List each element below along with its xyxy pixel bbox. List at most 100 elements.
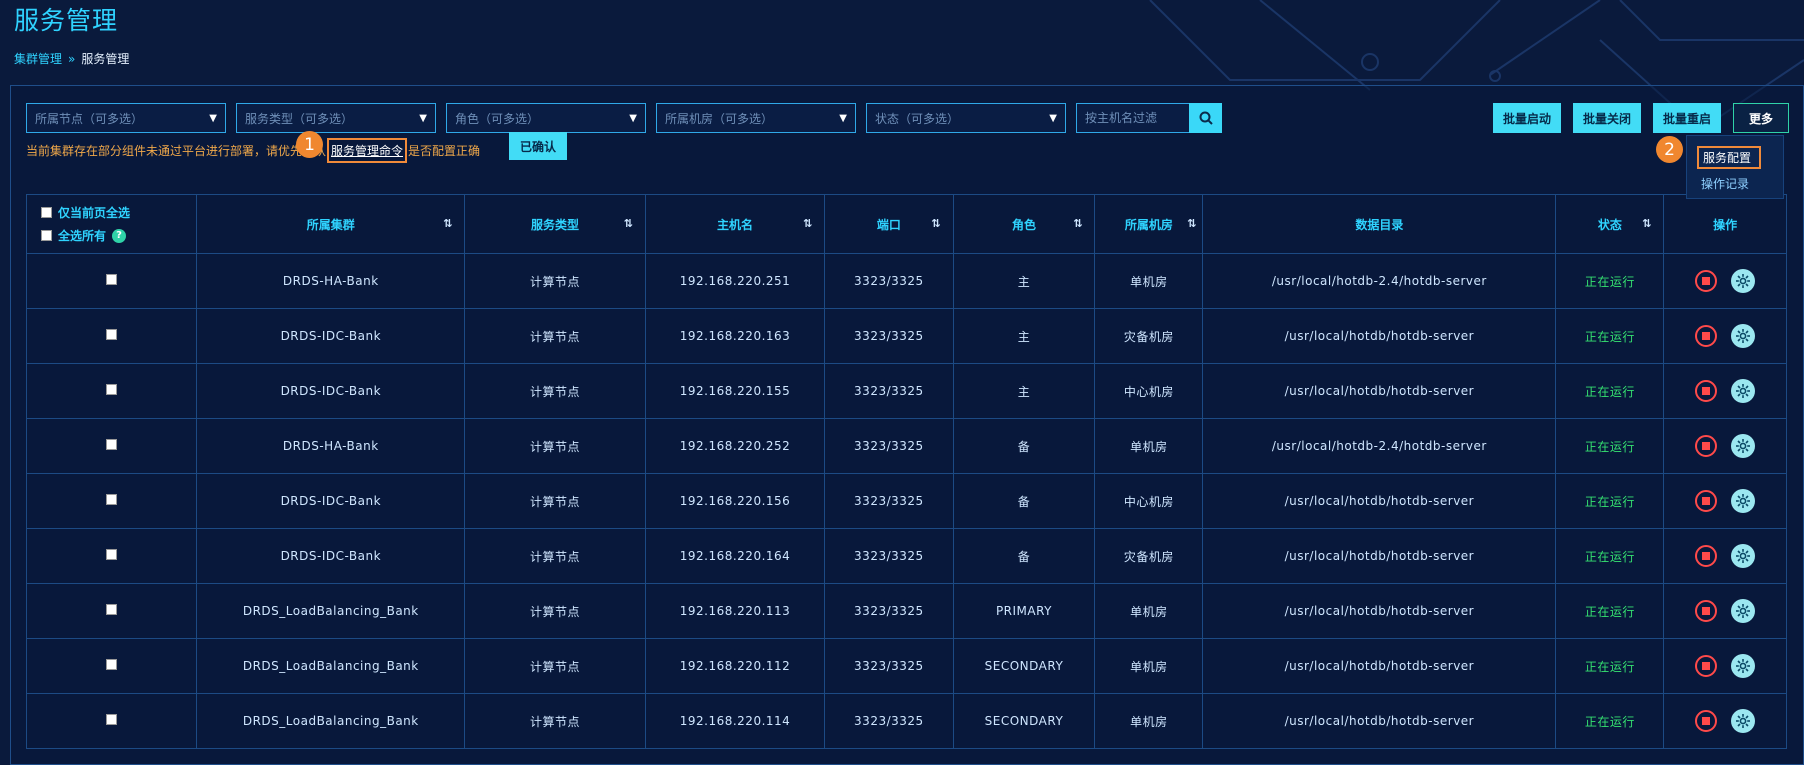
cell-hostname: 192.168.220.251 [644,253,826,309]
stop-icon[interactable] [1695,545,1718,567]
stop-icon[interactable] [1695,655,1718,677]
sort-icon[interactable]: ⇅ [1187,217,1196,230]
cell-data-dir: /usr/local/hotdb-2.4/hotdb-server [1202,418,1557,474]
gear-icon[interactable] [1731,709,1756,733]
gear-icon[interactable] [1731,324,1756,348]
row-operations [1664,379,1786,403]
cell-hostname: 192.168.220.113 [644,583,826,639]
table-row: DRDS_LoadBalancing_Bank 计算节点 192.168.220.1… [25,583,1787,639]
row-checkbox[interactable] [106,604,118,615]
gear-icon[interactable] [1731,269,1756,293]
gear-icon[interactable] [1731,379,1756,403]
cell-port: 3323/3325 [824,418,954,474]
service-command-link[interactable]: 服务管理命令 [327,138,408,163]
filter-status-select[interactable]: 状态（可多选） ▼ [866,103,1066,133]
cell-service-type: 计算节点 [464,693,646,749]
row-checkbox[interactable] [106,549,118,560]
gear-icon[interactable] [1731,544,1756,568]
batch-restart-button[interactable]: 批量重启 [1652,103,1721,133]
stop-icon[interactable] [1695,270,1718,292]
filter-service-type-placeholder: 服务类型（可多选） [245,111,354,126]
col-port[interactable]: 端口 ⇅ [824,194,954,254]
col-status[interactable]: 状态 ⇅ [1555,194,1665,254]
row-checkbox[interactable] [106,659,118,670]
cell-select [25,473,198,529]
sort-icon[interactable]: ⇅ [931,217,940,230]
stop-icon[interactable] [1695,380,1718,402]
cell-role: 备 [952,418,1096,474]
gear-glyph [1736,494,1751,508]
select-all-option[interactable]: 全选所有? [41,227,196,244]
breadcrumb-separator: » [68,51,76,66]
cell-role: SECONDARY [952,693,1096,749]
hostname-search-input[interactable] [1076,103,1189,133]
gear-icon[interactable] [1731,654,1756,678]
batch-start-button[interactable]: 批量启动 [1492,103,1561,133]
select-all-checkbox[interactable] [41,230,52,241]
filter-room-select[interactable]: 所属机房（可多选） ▼ [656,103,856,133]
col-room[interactable]: 所属机房 ⇅ [1094,194,1204,254]
sort-icon[interactable]: ⇅ [1642,217,1651,230]
cell-service-type: 计算节点 [464,253,646,309]
filter-node-select[interactable]: 所属节点（可多选） ▼ [26,103,226,133]
col-operations: 操作 [1663,194,1787,254]
deploy-notice: 当前集群存在部分组件未通过平台进行部署，请优先确认 服务管理命令 是否配置正确 [26,138,480,163]
col-data-dir-label: 数据目录 [1355,217,1404,232]
notice-prefix: 当前集群存在部分组件未通过平台进行部署，请优先确认 [26,144,327,158]
cell-cluster: DRDS-HA-Bank [196,418,466,474]
confirmed-button[interactable]: 已确认 [509,132,567,160]
sort-icon[interactable]: ⇅ [624,217,633,230]
cell-operations [1663,363,1787,419]
col-room-label: 所属机房 [1124,217,1173,232]
menu-item-operation-log[interactable]: 操作记录 [1687,175,1783,192]
col-cluster[interactable]: 所属集群 ⇅ [196,194,466,254]
row-operations [1664,434,1786,458]
col-role[interactable]: 角色 ⇅ [952,194,1096,254]
cell-cluster: DRDS-IDC-Bank [196,473,466,529]
cell-operations [1663,418,1787,474]
row-checkbox[interactable] [106,714,118,725]
select-page-checkbox[interactable] [41,207,52,218]
row-checkbox[interactable] [106,494,118,505]
table-row: DRDS-IDC-Bank 计算节点 192.168.220.155 3323/332… [25,363,1787,419]
stop-icon[interactable] [1695,490,1718,512]
stop-icon[interactable] [1695,325,1718,347]
batch-actions: 批量启动 批量关闭 批量重启 更多 [1492,103,1789,133]
breadcrumb-cluster-link[interactable]: 集群管理 [14,50,62,67]
cell-room: 单机房 [1094,693,1204,749]
gear-icon[interactable] [1731,489,1756,513]
stop-icon[interactable] [1695,710,1718,732]
cell-service-type: 计算节点 [464,473,646,529]
more-button[interactable]: 更多 [1733,103,1789,133]
row-checkbox[interactable] [106,329,118,340]
help-icon[interactable]: ? [112,228,127,243]
cell-data-dir: /usr/local/hotdb/hotdb-server [1202,583,1557,639]
table-row: DRDS-IDC-Bank 计算节点 192.168.220.164 3323/332… [25,528,1787,584]
gear-glyph [1736,549,1751,563]
search-button[interactable] [1189,103,1222,133]
cell-hostname: 192.168.220.112 [644,638,826,694]
col-service-type[interactable]: 服务类型 ⇅ [464,194,646,254]
row-operations [1664,324,1786,348]
col-hostname[interactable]: 主机名 ⇅ [644,194,826,254]
stop-icon[interactable] [1695,435,1718,457]
row-checkbox[interactable] [106,384,118,395]
select-page-option[interactable]: 仅当前页全选 [41,204,196,221]
filter-role-select[interactable]: 角色（可多选） ▼ [446,103,646,133]
gear-icon[interactable] [1731,434,1756,458]
batch-stop-button[interactable]: 批量关闭 [1572,103,1641,133]
cell-room: 中心机房 [1094,363,1204,419]
gear-icon[interactable] [1731,599,1756,623]
menu-item-service-config[interactable]: 服务配置 [1697,146,1761,169]
cell-select [25,363,198,419]
cell-service-type: 计算节点 [464,418,646,474]
stop-square [1702,387,1711,395]
row-checkbox[interactable] [106,274,118,285]
cell-operations [1663,583,1787,639]
sort-icon[interactable]: ⇅ [1073,217,1082,230]
row-checkbox[interactable] [106,439,118,450]
filter-service-type-select[interactable]: 服务类型（可多选） ▼ [236,103,436,133]
stop-icon[interactable] [1695,600,1718,622]
sort-icon[interactable]: ⇅ [443,217,452,230]
sort-icon[interactable]: ⇅ [803,217,812,230]
